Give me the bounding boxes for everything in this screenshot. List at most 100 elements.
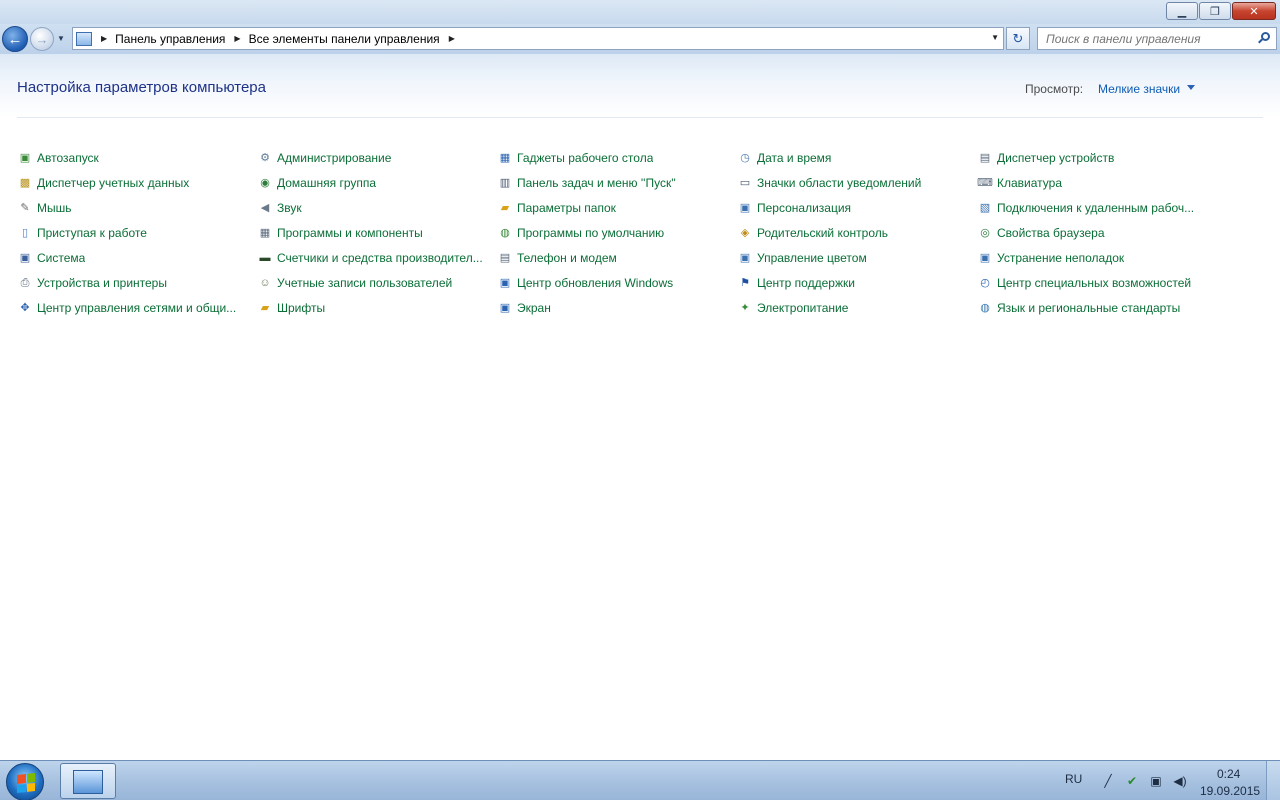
network-icon[interactable]: ▣	[1149, 774, 1163, 788]
control-panel-item-label[interactable]: Программы по умолчанию	[517, 226, 664, 240]
control-panel-item[interactable]: ◀ Звук	[257, 195, 497, 220]
control-panel-item-label[interactable]: Устранение неполадок	[997, 251, 1124, 265]
control-panel-item-label[interactable]: Центр поддержки	[757, 276, 855, 290]
breadcrumb-arrow-icon[interactable]: ▶	[234, 34, 240, 43]
control-panel-item[interactable]: ⎙ Устройства и принтеры	[17, 270, 257, 295]
search-input[interactable]	[1046, 31, 1256, 46]
back-button[interactable]: ←	[2, 26, 28, 52]
refresh-button[interactable]: ↻	[1006, 27, 1030, 50]
control-panel-item-label[interactable]: Гаджеты рабочего стола	[517, 151, 653, 165]
control-panel-item-label[interactable]: Программы и компоненты	[277, 226, 423, 240]
control-panel-item[interactable]: ◴ Центр специальных возможностей	[977, 270, 1217, 295]
control-panel-item-label[interactable]: Дата и время	[757, 151, 831, 165]
control-panel-item-label[interactable]: Подключения к удаленным рабоч...	[997, 201, 1194, 215]
control-panel-item[interactable]: ▭ Значки области уведомлений	[737, 170, 977, 195]
control-panel-item[interactable]: ◷ Дата и время	[737, 145, 977, 170]
control-panel-item-label[interactable]: Домашняя группа	[277, 176, 376, 190]
maximize-button[interactable]: ❐	[1199, 2, 1231, 20]
control-panel-item[interactable]: ▣ Персонализация	[737, 195, 977, 220]
control-panel-item[interactable]: ▣ Автозапуск	[17, 145, 257, 170]
control-panel-item-label[interactable]: Шрифты	[277, 301, 325, 315]
control-panel-item[interactable]: ▥ Панель задач и меню ''Пуск''	[497, 170, 737, 195]
chevron-down-icon[interactable]	[1187, 85, 1195, 90]
control-panel-item-label[interactable]: Экран	[517, 301, 551, 315]
clock-time[interactable]: 0:24	[1217, 767, 1240, 781]
control-panel-item-label[interactable]: Параметры папок	[517, 201, 616, 215]
control-panel-item[interactable]: ▬ Счетчики и средства производител...	[257, 245, 497, 270]
control-panel-item[interactable]: ▩ Диспетчер учетных данных	[17, 170, 257, 195]
breadcrumb-arrow-icon[interactable]: ▶	[101, 34, 107, 43]
control-panel-item[interactable]: ⚑ Центр поддержки	[737, 270, 977, 295]
control-panel-item-label[interactable]: Клавиатура	[997, 176, 1062, 190]
control-panel-item[interactable]: ▤ Телефон и модем	[497, 245, 737, 270]
address-dropdown-icon[interactable]: ▼	[991, 33, 999, 42]
control-panel-item[interactable]: ⌨ Клавиатура	[977, 170, 1217, 195]
navigation-bar: ← → ▼ ▶ Панель управления ▶ Все элементы…	[0, 24, 1280, 54]
control-panel-item-label[interactable]: Управление цветом	[757, 251, 867, 265]
control-panel-item[interactable]: ▣ Экран	[497, 295, 737, 320]
control-panel-item-label[interactable]: Устройства и принтеры	[37, 276, 167, 290]
control-panel-item[interactable]: ▣ Система	[17, 245, 257, 270]
address-bar[interactable]: ▶ Панель управления ▶ Все элементы панел…	[72, 27, 1004, 50]
control-panel-item[interactable]: ▤ Диспетчер устройств	[977, 145, 1217, 170]
control-panel-item-label[interactable]: Свойства браузера	[997, 226, 1105, 240]
close-button[interactable]: ✕	[1232, 2, 1276, 20]
minimize-button[interactable]: ▁	[1166, 2, 1198, 20]
control-panel-item[interactable]: ◉ Домашняя группа	[257, 170, 497, 195]
view-mode-selector[interactable]: Мелкие значки	[1098, 82, 1180, 96]
control-panel-item-label[interactable]: Телефон и модем	[517, 251, 617, 265]
control-panel-item[interactable]: ▦ Программы и компоненты	[257, 220, 497, 245]
control-panel-item-label[interactable]: Персонализация	[757, 201, 851, 215]
control-panel-item-label[interactable]: Значки области уведомлений	[757, 176, 921, 190]
control-panel-item[interactable]: ▯ Приступая к работе	[17, 220, 257, 245]
pen-icon[interactable]: ╱	[1101, 774, 1115, 788]
search-box[interactable]	[1037, 27, 1277, 50]
forward-button[interactable]: →	[30, 27, 54, 51]
control-panel-item-label[interactable]: Автозапуск	[37, 151, 99, 165]
control-panel-item-label[interactable]: Диспетчер учетных данных	[37, 176, 189, 190]
control-panel-item-label[interactable]: Система	[37, 251, 85, 265]
language-indicator[interactable]: RU	[1065, 772, 1082, 786]
control-panel-item-label[interactable]: Родительский контроль	[757, 226, 888, 240]
control-panel-item-label[interactable]: Язык и региональные стандарты	[997, 301, 1180, 315]
control-panel-item[interactable]: ◈ Родительский контроль	[737, 220, 977, 245]
control-panel-item-label[interactable]: Счетчики и средства производител...	[277, 251, 483, 265]
control-panel-item[interactable]: ▣ Устранение неполадок	[977, 245, 1217, 270]
breadcrumb-all-items[interactable]: Все элементы панели управления	[249, 32, 440, 46]
control-panel-item[interactable]: ▣ Центр обновления Windows	[497, 270, 737, 295]
clock-date[interactable]: 19.09.2015	[1200, 784, 1260, 798]
control-panel-item[interactable]: ◍ Программы по умолчанию	[497, 220, 737, 245]
control-panel-item[interactable]: ✦ Электропитание	[737, 295, 977, 320]
control-panel-item[interactable]: ▣ Управление цветом	[737, 245, 977, 270]
control-panel-item-label[interactable]: Звук	[277, 201, 302, 215]
start-button[interactable]	[6, 763, 44, 800]
control-panel-item[interactable]: ▦ Гаджеты рабочего стола	[497, 145, 737, 170]
control-panel-item[interactable]: ▧ Подключения к удаленным рабоч...	[977, 195, 1217, 220]
control-panel-item-label[interactable]: Центр обновления Windows	[517, 276, 673, 290]
breadcrumb-arrow-icon[interactable]: ▶	[449, 34, 455, 43]
control-panel-item[interactable]: ✎ Мышь	[17, 195, 257, 220]
search-icon[interactable]	[1258, 32, 1270, 44]
control-panel-item-label[interactable]: Диспетчер устройств	[997, 151, 1114, 165]
control-panel-item[interactable]: ☺ Учетные записи пользователей	[257, 270, 497, 295]
control-panel-item-label[interactable]: Учетные записи пользователей	[277, 276, 452, 290]
control-panel-item-label[interactable]: Центр управления сетями и общи...	[37, 301, 236, 315]
recent-pages-dropdown[interactable]: ▼	[57, 34, 67, 44]
control-panel-item[interactable]: ▰ Параметры папок	[497, 195, 737, 220]
control-panel-item-label[interactable]: Центр специальных возможностей	[997, 276, 1191, 290]
control-panel-item-label[interactable]: Приступая к работе	[37, 226, 147, 240]
volume-icon[interactable]: ◀)	[1171, 774, 1189, 788]
control-panel-item-label[interactable]: Панель задач и меню ''Пуск''	[517, 176, 676, 190]
control-panel-item-label[interactable]: Мышь	[37, 201, 72, 215]
control-panel-item[interactable]: ✥ Центр управления сетями и общи...	[17, 295, 257, 320]
show-desktop-button[interactable]	[1266, 761, 1280, 800]
control-panel-item[interactable]: ▰ Шрифты	[257, 295, 497, 320]
control-panel-item[interactable]: ◎ Свойства браузера	[977, 220, 1217, 245]
security-shield-icon[interactable]: ✔	[1125, 774, 1139, 788]
control-panel-item-label[interactable]: Электропитание	[757, 301, 848, 315]
control-panel-item[interactable]: ◍ Язык и региональные стандарты	[977, 295, 1217, 320]
taskbar-control-panel-button[interactable]	[60, 763, 116, 799]
control-panel-item-label[interactable]: Администрирование	[277, 151, 391, 165]
control-panel-item[interactable]: ⚙ Администрирование	[257, 145, 497, 170]
breadcrumb-control-panel[interactable]: Панель управления	[115, 32, 225, 46]
